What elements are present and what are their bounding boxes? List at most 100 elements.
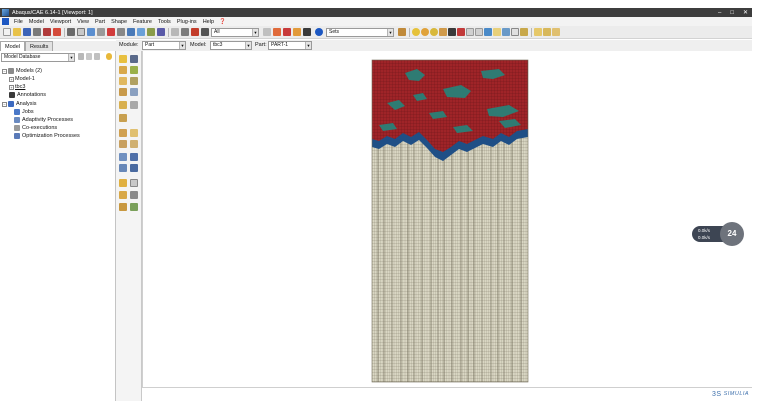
expand-tree-icon[interactable]: [94, 53, 100, 60]
auto-fit-icon[interactable]: [107, 28, 115, 36]
tile-icon[interactable]: [493, 28, 501, 36]
tree-item-annotations[interactable]: Annotations: [9, 91, 46, 99]
set-icon[interactable]: [119, 191, 127, 199]
datum-point-icon[interactable]: [119, 153, 127, 161]
print-icon[interactable]: [33, 28, 41, 36]
partition-icon[interactable]: [283, 28, 291, 36]
highlight-icon[interactable]: [293, 28, 301, 36]
menu-tools[interactable]: Tools: [155, 19, 174, 25]
module-combo[interactable]: Part ▼: [142, 41, 186, 50]
datum-csys-icon[interactable]: [130, 164, 138, 172]
info-icon[interactable]: [315, 28, 323, 36]
context-help-icon[interactable]: ❓: [217, 19, 228, 25]
display-group-icon[interactable]: [398, 28, 406, 36]
sweep-icon[interactable]: [119, 77, 127, 85]
part-combo[interactable]: PART-1 ▼: [268, 41, 312, 50]
query-tool-icon[interactable]: [130, 203, 138, 211]
select-arrow-icon[interactable]: [191, 28, 199, 36]
viewport-1[interactable]: [142, 51, 752, 388]
datum-plane-icon[interactable]: [119, 164, 127, 172]
collapse-toggle-icon[interactable]: −: [2, 101, 7, 107]
expand-toggle-icon[interactable]: +: [9, 84, 14, 90]
pan-icon[interactable]: [67, 28, 75, 36]
partition-face-icon[interactable]: [130, 140, 138, 148]
selection-filter-combo[interactable]: All ▼: [211, 28, 259, 37]
paste-icon[interactable]: [552, 28, 560, 36]
view-top-icon[interactable]: [147, 28, 155, 36]
tree-item-models[interactable]: − Models (2): [2, 67, 42, 75]
magnify-icon[interactable]: [87, 28, 95, 36]
revolve-icon[interactable]: [130, 66, 138, 74]
model-combo[interactable]: tbc3 ▼: [210, 41, 252, 50]
orbit-x-icon[interactable]: [421, 28, 429, 36]
tree-item-optimization[interactable]: Optimization Processes: [14, 132, 80, 140]
wire-icon[interactable]: [130, 88, 138, 96]
reference-point-icon[interactable]: [119, 179, 127, 187]
bulb-icon[interactable]: [106, 53, 112, 60]
orbit-icon[interactable]: [412, 28, 420, 36]
surface-icon[interactable]: [130, 191, 138, 199]
shell-icon[interactable]: [119, 88, 127, 96]
view-side-icon[interactable]: [157, 28, 165, 36]
network-speed-widget[interactable]: 0.0k/s 0.0k/s 24: [692, 222, 744, 246]
tools-icon[interactable]: [520, 28, 528, 36]
menu-model[interactable]: Model: [26, 19, 47, 25]
filter-tree-icon[interactable]: [78, 53, 84, 60]
redo-icon[interactable]: [475, 28, 483, 36]
rotate-icon[interactable]: [77, 28, 85, 36]
cut-icon[interactable]: [119, 101, 127, 109]
select-icon[interactable]: [263, 28, 271, 36]
menu-viewport[interactable]: Viewport: [47, 19, 74, 25]
expand-toggle-icon[interactable]: +: [9, 76, 14, 82]
box-select-icon[interactable]: [273, 28, 281, 36]
grid-icon[interactable]: [511, 28, 519, 36]
menu-help[interactable]: Help: [200, 19, 217, 25]
render-shaded-icon[interactable]: [181, 28, 189, 36]
menu-view[interactable]: View: [74, 19, 92, 25]
loft-icon[interactable]: [130, 77, 138, 85]
view-front-icon[interactable]: [137, 28, 145, 36]
collapse-toggle-icon[interactable]: −: [2, 68, 7, 74]
assign-icon[interactable]: [448, 28, 456, 36]
orbit-y-icon[interactable]: [430, 28, 438, 36]
part-manager-icon[interactable]: [130, 55, 138, 63]
copy-icon[interactable]: [543, 28, 551, 36]
repair-manager-icon[interactable]: [130, 129, 138, 137]
zoom-box-icon[interactable]: [97, 28, 105, 36]
sets-combo[interactable]: Sets ▼: [326, 28, 394, 37]
view-cut-icon[interactable]: [439, 28, 447, 36]
partition-cell-icon[interactable]: [119, 140, 127, 148]
tree-item-analysis[interactable]: − Analysis: [2, 100, 36, 108]
tab-results[interactable]: Results: [24, 41, 54, 51]
save-icon[interactable]: [23, 28, 31, 36]
display-group-tool-icon[interactable]: [119, 203, 127, 211]
feature-icon[interactable]: [534, 28, 542, 36]
tree-item-model-1[interactable]: + Model-1: [9, 75, 35, 83]
cycle-views-icon[interactable]: [117, 28, 125, 36]
extrude-icon[interactable]: [119, 66, 127, 74]
select-filter-icon[interactable]: [201, 28, 209, 36]
datum-axis-icon[interactable]: [130, 153, 138, 161]
round-icon[interactable]: [119, 114, 127, 122]
render-wireframe-icon[interactable]: [171, 28, 179, 36]
menu-plugins[interactable]: Plug-ins: [174, 19, 200, 25]
tree-item-coexecutions[interactable]: Co-executions: [14, 124, 57, 132]
menu-file[interactable]: File: [11, 19, 26, 25]
tree-item-tbc3[interactable]: + tbc3: [9, 83, 25, 91]
minimize-button[interactable]: –: [718, 10, 721, 16]
repair-icon[interactable]: [119, 129, 127, 137]
open-folder-icon[interactable]: [13, 28, 21, 36]
create-part-icon[interactable]: [119, 55, 127, 63]
tag-icon[interactable]: [457, 28, 465, 36]
menu-part[interactable]: Part: [92, 19, 108, 25]
view-iso-icon[interactable]: [127, 28, 135, 36]
new-file-icon[interactable]: [3, 28, 11, 36]
close-button[interactable]: ✕: [743, 9, 748, 16]
maximize-button[interactable]: □: [730, 10, 734, 16]
undo-icon[interactable]: [466, 28, 474, 36]
collapse-tree-icon[interactable]: [86, 53, 92, 60]
query-info-icon[interactable]: [303, 28, 311, 36]
cut-manager-icon[interactable]: [130, 101, 138, 109]
menu-shape[interactable]: Shape: [108, 19, 130, 25]
tree-item-adaptivity[interactable]: Adaptivity Processes: [14, 116, 73, 124]
